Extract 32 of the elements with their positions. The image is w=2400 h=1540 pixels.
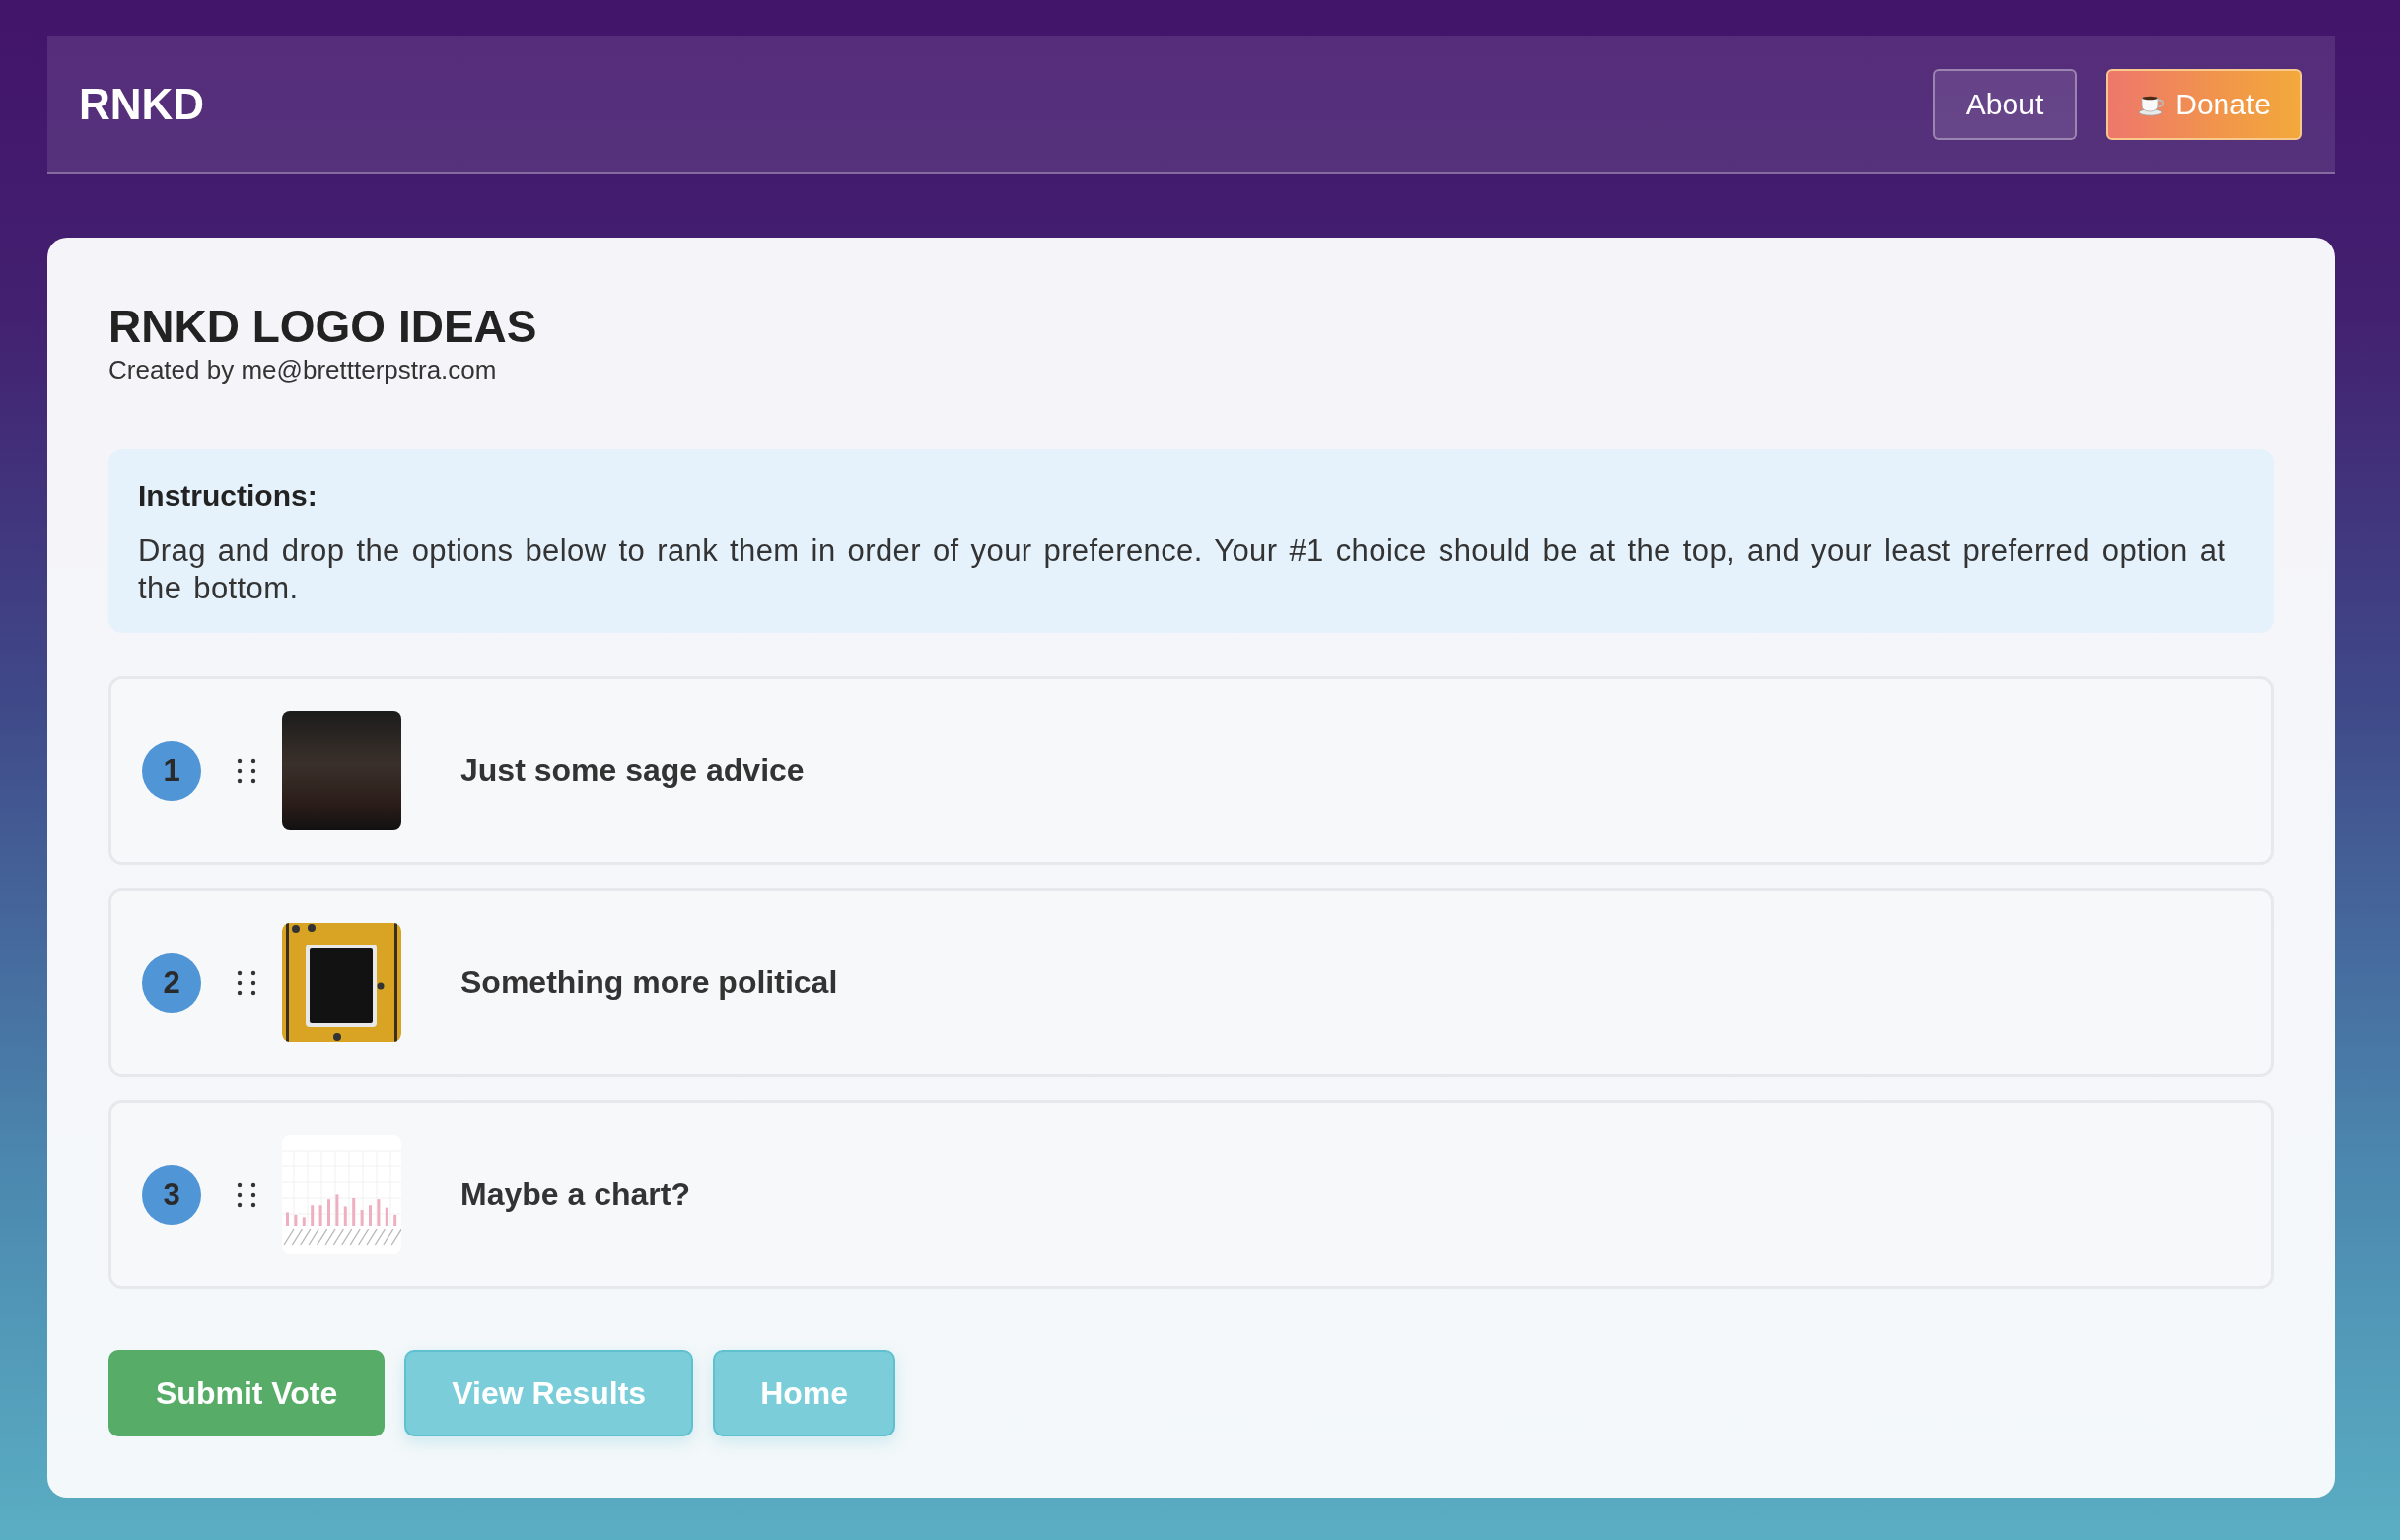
rank-number: 2 — [142, 952, 201, 1013]
chart-bar — [360, 1210, 364, 1226]
ranked-option[interactable]: 3 Maybe a chart? — [108, 1100, 2274, 1289]
chart-bar — [352, 1197, 356, 1226]
chart-bar — [377, 1199, 381, 1226]
site-logo[interactable]: RNKD — [79, 79, 205, 129]
poll-title: RNKD LOGO IDEAS — [108, 300, 538, 354]
chart-bar — [302, 1217, 306, 1226]
ranked-option[interactable]: 1 Just some sage advice — [108, 676, 2274, 865]
instructions-heading: Instructions: — [138, 478, 318, 514]
about-button[interactable]: About — [1932, 68, 2078, 140]
drag-handle-icon[interactable] — [237, 969, 256, 996]
chart-bar — [318, 1205, 322, 1226]
option-label: Maybe a chart? — [460, 1176, 690, 1213]
option-label: Just some sage advice — [460, 752, 805, 789]
chart-bar — [294, 1214, 298, 1226]
instructions-text: Drag and drop the options below to rank them in order of your preference. Your #1 choice should be at the top, and your least preferred option at the bottom. — [138, 532, 2227, 607]
chart-bar — [393, 1214, 397, 1226]
rank-number: 3 — [142, 1164, 201, 1225]
ranked-option[interactable]: 2 Something more political — [108, 888, 2274, 1077]
drag-handle-icon[interactable] — [237, 1181, 256, 1208]
poll-creator: Created by me@brettterpstra.com — [108, 354, 498, 385]
chart-bar — [335, 1194, 339, 1226]
rank-number: 1 — [142, 740, 201, 801]
option-label: Something more political — [460, 964, 838, 1001]
chart-bar — [385, 1207, 388, 1226]
chart-bar — [311, 1205, 315, 1226]
drag-handle-icon[interactable] — [237, 757, 256, 784]
chart-bar — [327, 1199, 330, 1226]
chart-bar — [343, 1206, 347, 1226]
chart-bar — [369, 1205, 372, 1226]
chart-bar — [286, 1212, 289, 1226]
